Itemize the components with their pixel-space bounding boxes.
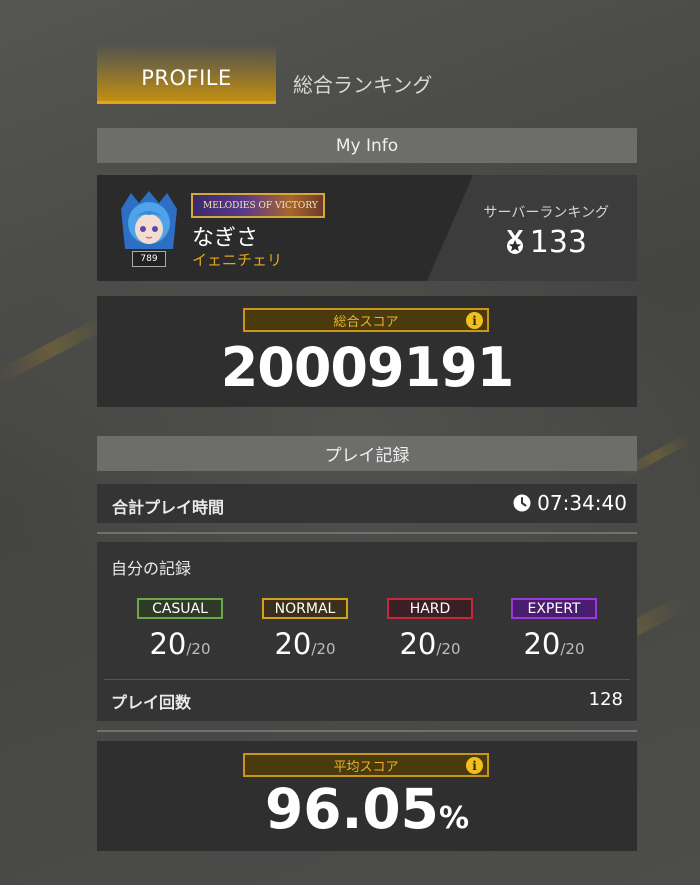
server-ranking-value-group: 133 bbox=[504, 225, 587, 260]
play-count-label: プレイ回数 bbox=[111, 693, 192, 712]
total-play-time-row: 合計プレイ時間 07:34:40 bbox=[97, 484, 637, 523]
average-score-panel: 平均スコア i 96.05% bbox=[97, 741, 637, 851]
total-play-time-label: 合計プレイ時間 bbox=[112, 498, 225, 517]
my-records-panel: 自分の記録 CASUAL 20/20 NORMAL 20/20 HARD 20/… bbox=[97, 542, 637, 721]
total-play-time-group: 07:34:40 bbox=[513, 491, 627, 515]
difficulty-badge: NORMAL bbox=[262, 598, 348, 619]
difficulty-hard: HARD 20/20 bbox=[387, 598, 473, 661]
total-score-value: 20009191 bbox=[220, 336, 515, 399]
total-score-label: 総合スコア bbox=[333, 314, 399, 330]
tab-overall-ranking[interactable]: 総合ランキング bbox=[293, 69, 432, 98]
difficulty-score: 20/20 bbox=[274, 627, 336, 661]
clock-icon bbox=[513, 494, 531, 512]
avatar[interactable]: 789 bbox=[117, 189, 181, 267]
divider bbox=[104, 679, 630, 680]
average-score-badge: 平均スコア i bbox=[243, 753, 489, 777]
difficulty-badge: HARD bbox=[387, 598, 473, 619]
difficulty-badge: EXPERT bbox=[511, 598, 597, 619]
info-icon[interactable]: i bbox=[466, 757, 483, 774]
divider bbox=[97, 730, 637, 732]
difficulty-normal: NORMAL 20/20 bbox=[262, 598, 348, 661]
title-badge: MELODIES OF VICTORY bbox=[191, 193, 325, 218]
background-streak bbox=[0, 314, 110, 384]
my-info-header: My Info bbox=[97, 128, 637, 163]
tab-bar: PROFILE 総合ランキング bbox=[97, 44, 637, 106]
tab-profile-label: PROFILE bbox=[141, 66, 232, 90]
server-ranking-label: サーバーランキング bbox=[483, 205, 609, 221]
average-score-label: 平均スコア bbox=[333, 759, 399, 775]
info-icon[interactable]: i bbox=[466, 312, 483, 329]
medal-icon bbox=[506, 229, 523, 254]
difficulty-score: 20/20 bbox=[149, 627, 211, 661]
total-score-panel: 総合スコア i 20009191 bbox=[97, 296, 637, 407]
play-record-header: プレイ記録 bbox=[97, 436, 637, 471]
difficulty-score: 20/20 bbox=[523, 627, 585, 661]
player-name: なぎさ bbox=[192, 226, 259, 251]
difficulty-badge: CASUAL bbox=[137, 598, 223, 619]
profile-card: 789 MELODIES OF VICTORY なぎさ イェニチェリ サーバーラ… bbox=[97, 175, 637, 281]
play-count-value: 128 bbox=[588, 689, 623, 710]
tab-profile[interactable]: PROFILE bbox=[97, 44, 276, 104]
total-play-time-value: 07:34:40 bbox=[537, 491, 627, 515]
avatar-level: 789 bbox=[132, 251, 166, 267]
divider bbox=[97, 532, 637, 534]
difficulty-casual: CASUAL 20/20 bbox=[137, 598, 223, 661]
difficulty-expert: EXPERT 20/20 bbox=[511, 598, 597, 661]
total-score-badge: 総合スコア i bbox=[243, 308, 489, 332]
my-records-title: 自分の記録 bbox=[111, 559, 192, 578]
server-ranking-value: 133 bbox=[529, 225, 587, 260]
player-subtitle: イェニチェリ bbox=[192, 251, 283, 269]
difficulty-score: 20/20 bbox=[399, 627, 461, 661]
average-score-value: 96.05% bbox=[264, 777, 470, 841]
